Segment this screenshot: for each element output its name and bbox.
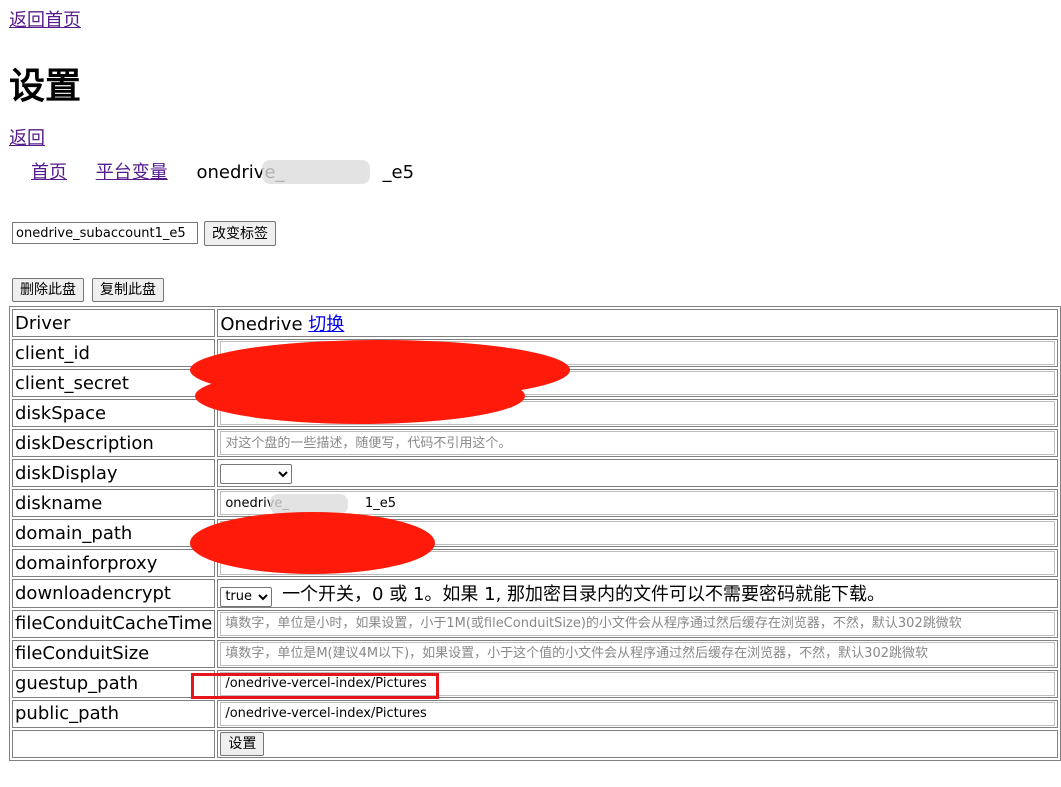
delete-disk-button[interactable]: 删除此盘 — [12, 278, 84, 302]
row-label-disk-name: diskname — [12, 489, 216, 517]
table-row: diskDisplay — [12, 459, 1058, 487]
row-label-domain-path: domain_path — [12, 519, 216, 547]
row-label-guestup-path: guestup_path — [12, 669, 216, 698]
breadcrumb-platform-vars-link[interactable]: 平台变量 — [96, 162, 168, 183]
row-label-public-path: public_path — [12, 699, 216, 728]
redaction-mark — [190, 512, 435, 574]
disk-display-select[interactable] — [220, 464, 293, 485]
table-row: diskDescription — [12, 429, 1058, 457]
blur-mask — [262, 160, 370, 184]
table-row: downloadencrypt true 一个开关，0 或 1。如果 1, 那加… — [12, 579, 1058, 608]
row-label-download-encrypt: downloadencrypt — [12, 579, 216, 608]
row-label-client-secret: client_secret — [12, 369, 216, 397]
back-link[interactable]: 返回 — [9, 124, 45, 150]
change-tag-button[interactable]: 改变标签 — [204, 221, 276, 246]
row-label-client-id: client_id — [12, 339, 216, 367]
table-row: diskname onedrive_ 1_e5 — [12, 489, 1058, 517]
page-title: 设置 — [9, 66, 82, 107]
download-encrypt-hint: 一个开关，0 或 1。如果 1, 那加密目录内的文件可以不需要密码就能下载。 — [282, 584, 886, 605]
download-encrypt-select[interactable]: true — [220, 586, 273, 607]
row-label-file-conduit-cache-time: fileConduitCacheTime — [12, 609, 216, 638]
submit-settings-button[interactable]: 设置 — [220, 731, 265, 756]
public-path-field[interactable] — [220, 701, 1055, 726]
home-link[interactable]: 返回首页 — [9, 6, 81, 32]
tag-input[interactable] — [12, 222, 198, 244]
table-row: domainforproxy — [12, 549, 1058, 577]
table-row: diskSpace — [12, 399, 1058, 427]
disk-description-field[interactable] — [220, 431, 1055, 456]
row-label-empty — [12, 729, 216, 758]
table-row: public_path — [12, 699, 1058, 728]
file-conduit-size-field[interactable] — [220, 641, 1055, 666]
highlight-box — [191, 673, 439, 699]
row-label-disk-description: diskDescription — [12, 429, 216, 457]
breadcrumb-home-link[interactable]: 首页 — [31, 162, 67, 183]
table-row: fileConduitSize — [12, 639, 1058, 668]
driver-value: Onedrive — [220, 314, 303, 335]
row-label-disk-space: diskSpace — [12, 399, 216, 427]
row-label-file-conduit-size: fileConduitSize — [12, 639, 216, 668]
blur-mask — [270, 494, 348, 514]
row-label-driver: Driver — [12, 309, 216, 337]
table-row: guestup_path — [12, 669, 1058, 698]
table-row: domain_path — [12, 519, 1058, 547]
table-row: 设置 — [12, 729, 1058, 758]
row-label-disk-display: diskDisplay — [12, 459, 216, 487]
copy-disk-button[interactable]: 复制此盘 — [92, 278, 164, 302]
redaction-mark — [195, 368, 525, 424]
table-row: fileConduitCacheTime — [12, 609, 1058, 638]
row-value-driver: Onedrive 切换 — [217, 309, 1058, 337]
driver-switch-link[interactable]: 切换 — [308, 314, 344, 335]
file-conduit-cache-time-field[interactable] — [220, 611, 1055, 636]
table-row: Driver Onedrive 切换 — [12, 309, 1058, 337]
row-label-domain-for-proxy: domainforproxy — [12, 549, 216, 577]
